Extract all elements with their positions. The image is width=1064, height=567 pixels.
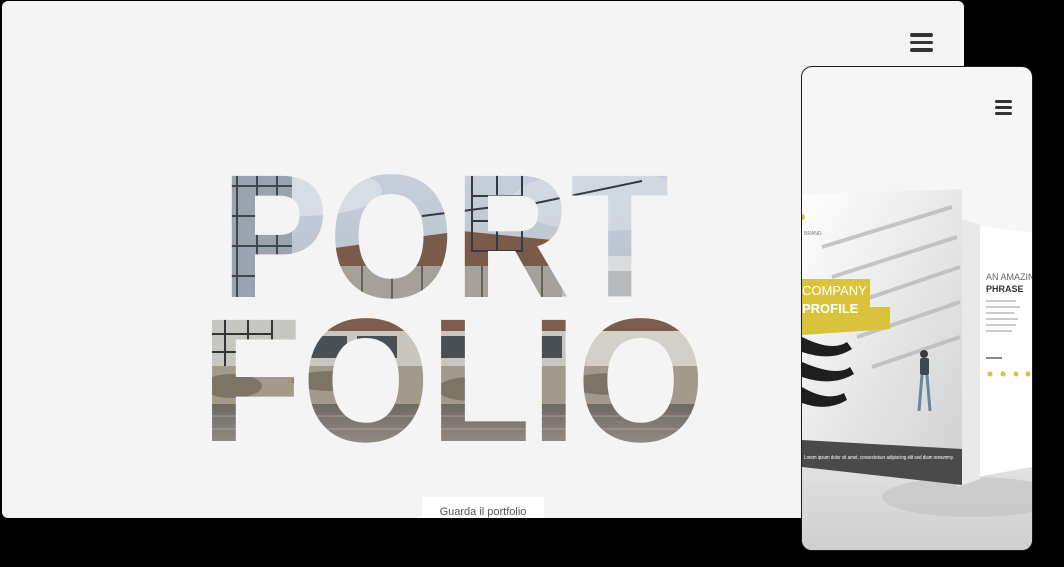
brochure-inner-heading-line1: AN AMAZING [986, 272, 1032, 282]
brochure-cover-title-line1: COMPANY [802, 283, 867, 298]
mobile-preview: AN AMAZING PHRASE [802, 67, 1032, 550]
brochure-inner-heading-line2: PHRASE [986, 284, 1024, 294]
brochure-brand: BRAND [804, 231, 822, 237]
brochure-mockup: AN AMAZING PHRASE [802, 189, 1032, 550]
menu-bar [995, 112, 1012, 115]
menu-bar [995, 100, 1012, 103]
hero-photo [201, 151, 705, 451]
menu-bar [995, 106, 1012, 109]
brochure-cover-title-line2: PROFILE [802, 301, 859, 316]
view-portfolio-button[interactable]: Guarda il portfolio [422, 497, 544, 518]
hamburger-menu-icon[interactable] [995, 100, 1012, 115]
brochure-cover-body: Lorem ipsum dolor sit amet, consectetuer… [804, 455, 954, 461]
